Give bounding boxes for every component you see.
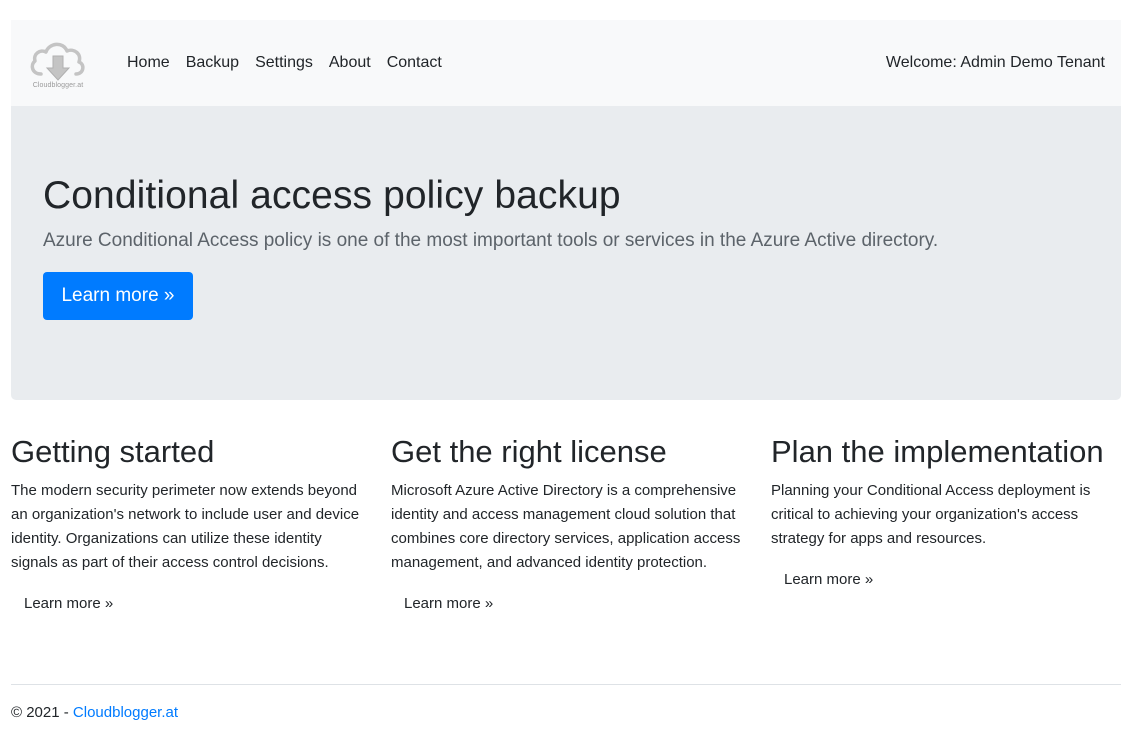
footer-divider [11,684,1121,685]
learn-more-button[interactable]: Learn more » [391,589,506,618]
column-get-license: Get the right license Microsoft Azure Ac… [391,433,741,618]
learn-more-button[interactable]: Learn more » [771,565,886,594]
lead-text: Azure Conditional Access policy is one o… [43,230,939,251]
column-plan-implementation: Plan the implementation Planning your Co… [771,433,1121,594]
nav-link-about[interactable]: About [329,54,371,72]
column-getting-started: Getting started The modern security peri… [11,433,361,618]
column-text: The modern security perimeter now extend… [11,482,360,571]
welcome-text: Welcome: Admin Demo Tenant [885,54,1105,71]
jumbotron: Conditional access policy backup Azure C… [11,106,1121,400]
nav-link-settings[interactable]: Settings [255,54,313,72]
navbar: Cloudblogger.at Home Backup Settings Abo… [11,20,1121,106]
nav-link-contact[interactable]: Contact [387,54,442,72]
page-title: Conditional access policy backup [43,174,621,217]
column-text: Microsoft Azure Active Directory is a co… [391,482,741,571]
cloudblogger-logo[interactable]: Cloudblogger.at [27,34,89,94]
nav-link-home[interactable]: Home [127,54,170,72]
learn-more-button[interactable]: Learn more » [11,589,126,618]
cloud-download-icon [30,42,85,81]
copyright-text: © 2021 - [11,704,73,721]
footer-link[interactable]: Cloudblogger.at [73,704,178,721]
footer: © 2021 - Cloudblogger.at [11,704,178,721]
column-heading: Plan the implementation [771,434,1104,469]
learn-more-button[interactable]: Learn more » [43,272,193,320]
main-nav: Home Backup Settings About Contact [127,20,458,106]
logo-text: Cloudblogger.at [32,82,84,89]
column-heading: Get the right license [391,434,667,469]
column-heading: Getting started [11,434,215,469]
column-text: Planning your Conditional Access deploym… [771,482,1091,547]
nav-link-backup[interactable]: Backup [186,54,239,72]
